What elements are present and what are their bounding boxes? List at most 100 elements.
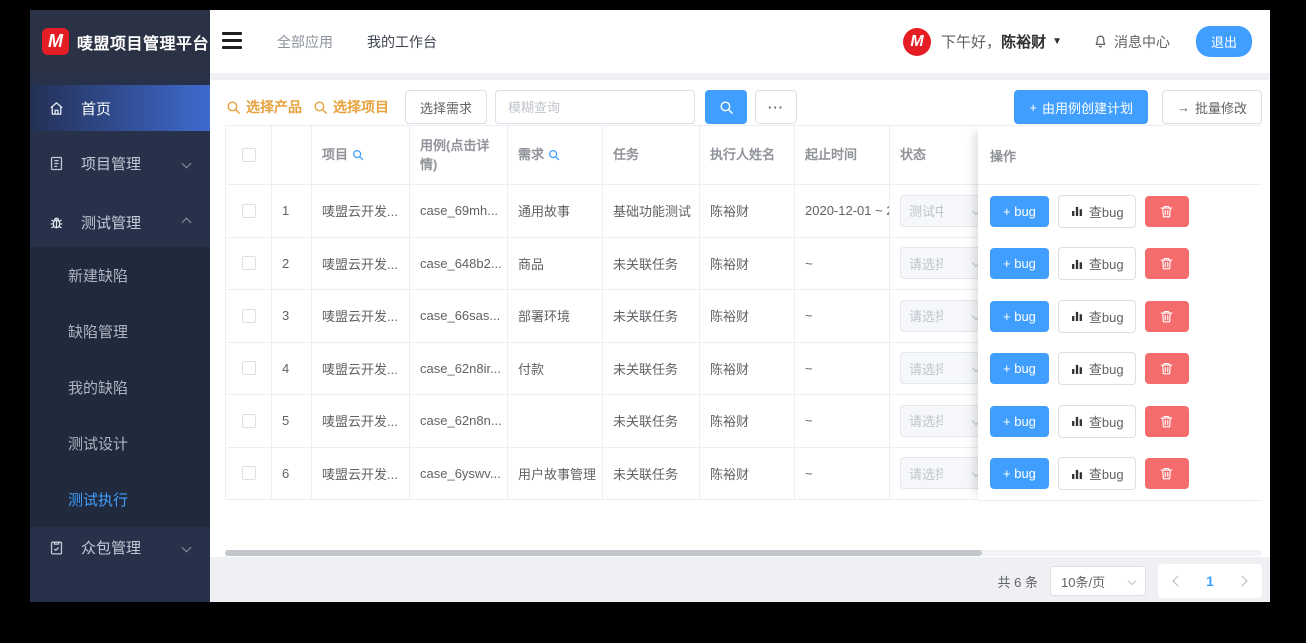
- delete-button[interactable]: [1144, 248, 1189, 280]
- scrollbar-thumb[interactable]: [225, 550, 982, 556]
- add-bug-button[interactable]: + bug: [990, 195, 1049, 227]
- search-icon: [314, 100, 327, 114]
- status-select[interactable]: 测试中: [900, 194, 988, 227]
- status-select[interactable]: 请选择: [900, 299, 988, 332]
- status-select[interactable]: 请选择: [900, 404, 988, 437]
- message-center[interactable]: 消息中心: [1092, 32, 1170, 52]
- view-bug-button[interactable]: 查bug: [1057, 457, 1136, 491]
- next-page-icon[interactable]: [1236, 575, 1248, 587]
- menu-collapse-icon[interactable]: [222, 32, 242, 50]
- view-bug-button[interactable]: 查bug: [1057, 194, 1136, 228]
- brand-area: M 唛盟项目管理平台: [30, 10, 210, 73]
- table-body: 1 唛盟云开发... case_69mh... 通用故事 基础功能测试 陈裕财 …: [225, 185, 1020, 500]
- logout-button[interactable]: 退出: [1195, 26, 1252, 57]
- actions-body: + bug 查bug + bug 查bug + bug 查bug + bug 查…: [978, 185, 1262, 501]
- cell-executor: 陈裕财: [700, 342, 795, 394]
- view-bug-button[interactable]: 查bug: [1057, 352, 1136, 386]
- column-demand: 需求: [508, 126, 603, 184]
- prev-page-icon[interactable]: [1172, 575, 1184, 587]
- clipboard-icon: [50, 541, 63, 555]
- more-filters-button[interactable]: ···: [755, 90, 798, 124]
- trash-icon: [1160, 310, 1173, 323]
- row-checkbox[interactable]: [241, 203, 256, 218]
- create-plan-button[interactable]: + 由用例创建计划: [1014, 90, 1148, 124]
- cell-usecase[interactable]: case_69mh...: [410, 185, 508, 237]
- row-checkbox[interactable]: [241, 361, 256, 376]
- cell-project: 唛盟云开发...: [312, 185, 410, 237]
- cell-index: 6: [272, 447, 312, 499]
- sidebar-item-project-mgmt[interactable]: 项目管理: [30, 140, 210, 186]
- trash-icon: [1160, 468, 1173, 480]
- cell-task: 基础功能测试: [603, 185, 700, 237]
- table-row: 5 唛盟云开发... case_62n8n... 未关联任务 陈裕财 ~ 请选择: [225, 395, 1020, 448]
- page-number[interactable]: 1: [1206, 573, 1214, 589]
- add-bug-button[interactable]: + bug: [990, 458, 1049, 490]
- cell-usecase[interactable]: case_62n8n...: [410, 395, 508, 447]
- sidebar-item-home[interactable]: 首页: [30, 85, 210, 131]
- row-checkbox[interactable]: [241, 413, 256, 428]
- delete-button[interactable]: [1144, 300, 1189, 332]
- nav-all-apps[interactable]: 全部应用: [277, 32, 333, 52]
- row-checkbox[interactable]: [241, 256, 256, 271]
- sidebar-item-defect-mgmt[interactable]: 缺陷管理: [30, 303, 210, 359]
- sidebar-item-test-design[interactable]: 测试设计: [30, 415, 210, 471]
- page-size-select[interactable]: 10条/页: [1050, 566, 1146, 596]
- row-actions: + bug 查bug: [978, 290, 1262, 343]
- select-product-link[interactable]: 选择产品: [225, 97, 302, 117]
- add-bug-button[interactable]: + bug: [990, 353, 1049, 385]
- chevron-down-icon: [1127, 576, 1137, 586]
- user-dropdown-icon[interactable]: ▼: [1052, 36, 1062, 47]
- sidebar-item-test-mgmt[interactable]: 测试管理: [30, 199, 210, 245]
- cell-project: 唛盟云开发...: [312, 237, 410, 289]
- plus-icon: +: [1003, 308, 1015, 324]
- delete-button[interactable]: [1144, 195, 1189, 227]
- fuzzy-search-input[interactable]: [495, 90, 696, 124]
- select-demand-button[interactable]: 选择需求: [405, 90, 488, 124]
- delete-button[interactable]: [1144, 405, 1189, 437]
- view-bug-button[interactable]: 查bug: [1057, 247, 1136, 281]
- add-bug-button[interactable]: + bug: [990, 248, 1049, 280]
- sidebar-item-my-defects[interactable]: 我的缺陷: [30, 359, 210, 415]
- bar-chart-icon: [1071, 364, 1082, 374]
- batch-edit-button[interactable]: → 批量修改: [1161, 90, 1262, 124]
- status-select[interactable]: 请选择: [900, 247, 988, 280]
- sidebar-item-test-execution[interactable]: 测试执行: [30, 471, 210, 527]
- sidebar-item-new-defect[interactable]: 新建缺陷: [30, 247, 210, 303]
- status-select[interactable]: 请选择: [900, 352, 988, 385]
- cell-usecase[interactable]: case_648b2...: [410, 237, 508, 289]
- row-checkbox[interactable]: [241, 466, 256, 481]
- cell-usecase[interactable]: case_6yswv...: [410, 447, 508, 499]
- column-executor: 执行人姓名: [700, 126, 795, 184]
- column-project: 项目: [312, 126, 410, 184]
- cell-executor: 陈裕财: [700, 447, 795, 499]
- test-mgmt-submenu: 新建缺陷 缺陷管理 我的缺陷 测试设计 测试执行: [30, 247, 210, 527]
- search-icon[interactable]: [351, 148, 365, 162]
- sidebar-item-label: 众包管理: [81, 539, 142, 557]
- plus-icon: +: [1003, 256, 1015, 272]
- search-button[interactable]: [705, 90, 748, 124]
- delete-button[interactable]: [1144, 353, 1189, 385]
- cell-usecase[interactable]: case_66sas...: [410, 290, 508, 342]
- select-all-checkbox[interactable]: [241, 148, 256, 162]
- delete-button[interactable]: [1144, 458, 1189, 490]
- table-row: 4 唛盟云开发... case_62n8ir... 付款 未关联任务 陈裕财 ~…: [225, 342, 1020, 395]
- add-bug-button[interactable]: + bug: [990, 405, 1049, 437]
- add-bug-button[interactable]: + bug: [990, 300, 1049, 332]
- row-checkbox[interactable]: [241, 308, 256, 323]
- cell-task: 未关联任务: [603, 290, 700, 342]
- cell-usecase[interactable]: case_62n8ir...: [410, 342, 508, 394]
- view-bug-button[interactable]: 查bug: [1057, 404, 1136, 438]
- horizontal-scrollbar[interactable]: [225, 550, 1262, 556]
- select-project-link[interactable]: 选择项目: [312, 97, 389, 117]
- sidebar-item-crowdsource-mgmt[interactable]: 众包管理: [30, 524, 210, 570]
- sidebar-item-label: 测试管理: [81, 214, 142, 232]
- sidebar-item-partial[interactable]: 持续集成: [30, 595, 210, 602]
- search-icon[interactable]: [547, 148, 561, 162]
- status-select[interactable]: 请选择: [900, 457, 988, 490]
- avatar[interactable]: M: [903, 27, 932, 56]
- table-header-row: 项目 用例(点击详情) 需求 任务 执行人姓名 起止时间 状态: [225, 125, 1020, 185]
- cell-time: ~: [795, 290, 890, 342]
- view-bug-button[interactable]: 查bug: [1057, 299, 1136, 333]
- nav-my-workbench[interactable]: 我的工作台: [367, 32, 437, 52]
- column-usecase: 用例(点击详情): [410, 126, 508, 184]
